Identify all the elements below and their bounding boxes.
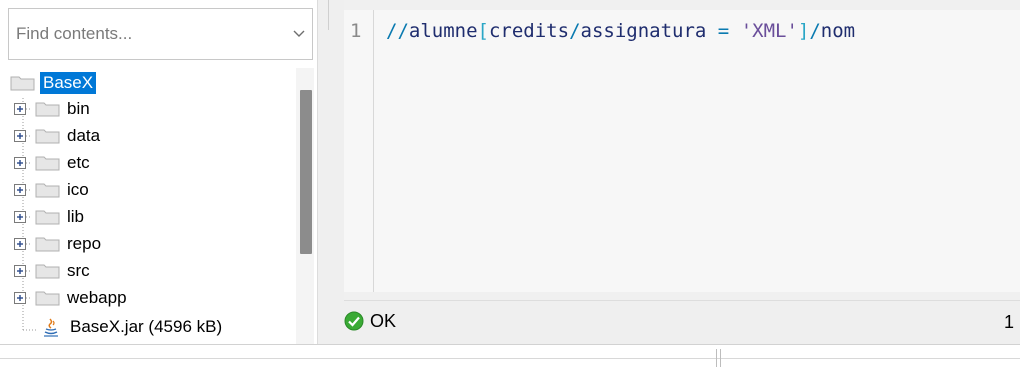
token-operator: = bbox=[706, 20, 741, 42]
tree-item-bin[interactable]: bin bbox=[14, 96, 90, 122]
token-operator: / bbox=[809, 20, 821, 42]
tree-item-webapp[interactable]: webapp bbox=[14, 285, 127, 311]
tree-item-label: BaseX.jar (4596 kB) bbox=[70, 317, 223, 336]
token-operator: // bbox=[386, 20, 409, 42]
ok-check-icon bbox=[344, 311, 364, 331]
tree-item-label: repo bbox=[67, 234, 102, 253]
query-editor[interactable]: 1 //alumne[credits/assignatura = 'XML']/… bbox=[344, 10, 1020, 292]
expand-plus-icon[interactable] bbox=[14, 291, 32, 305]
bottom-splitter[interactable] bbox=[716, 349, 717, 367]
expand-plus-icon[interactable] bbox=[14, 129, 32, 143]
tree-item-src[interactable]: src bbox=[14, 258, 90, 284]
tree-item-label: lib bbox=[67, 207, 85, 226]
tree-item-label: webapp bbox=[67, 288, 127, 307]
folder-icon bbox=[35, 291, 60, 306]
tree-item-basex-jar[interactable]: BaseX.jar (4596 kB) bbox=[40, 314, 222, 340]
bottom-panel bbox=[0, 344, 1020, 367]
tree-item-etc[interactable]: etc bbox=[14, 150, 90, 176]
status-bar: OK 1 bbox=[344, 300, 1020, 344]
tree-item-data[interactable]: data bbox=[14, 123, 100, 149]
folder-open-icon bbox=[10, 76, 35, 91]
token-name: nom bbox=[820, 20, 856, 42]
tree-item-ico[interactable]: ico bbox=[14, 177, 89, 203]
tree-item-repo[interactable]: repo bbox=[14, 231, 101, 257]
find-contents-input[interactable] bbox=[9, 9, 259, 59]
java-icon bbox=[44, 318, 58, 337]
token-operator: / bbox=[569, 20, 581, 42]
tree-scrollbar-thumb[interactable] bbox=[300, 90, 312, 254]
find-contents-box[interactable] bbox=[8, 8, 313, 60]
line-number: 1 bbox=[350, 20, 362, 42]
expand-plus-icon[interactable] bbox=[14, 102, 32, 116]
tree-root-label[interactable]: BaseX bbox=[40, 72, 97, 94]
folder-icon bbox=[35, 210, 60, 225]
status-right-value: 1 bbox=[1003, 312, 1014, 332]
project-panel: BaseX bin data etc ico lib bbox=[0, 0, 318, 344]
token-string: 'XML' bbox=[740, 20, 798, 42]
panel-splitter[interactable] bbox=[318, 0, 344, 344]
token-name: assignatura bbox=[580, 20, 707, 42]
folder-icon bbox=[35, 237, 60, 252]
token-name: alumne bbox=[408, 20, 478, 42]
bottom-splitter-edge bbox=[720, 349, 721, 367]
expand-plus-icon[interactable] bbox=[14, 264, 32, 278]
chevron-down-icon[interactable] bbox=[292, 26, 306, 40]
status-text: OK bbox=[370, 311, 397, 331]
tree-item-label: src bbox=[67, 261, 90, 280]
bottom-divider-line bbox=[0, 358, 1020, 359]
tree-root-basex[interactable]: BaseX bbox=[10, 70, 97, 96]
folder-icon bbox=[35, 264, 60, 279]
expand-plus-icon[interactable] bbox=[14, 237, 32, 251]
folder-icon bbox=[35, 183, 60, 198]
file-tree: BaseX bin data etc ico lib repo src weba… bbox=[0, 68, 300, 344]
tree-item-label: bin bbox=[67, 99, 90, 118]
tree-item-label: ico bbox=[67, 180, 89, 199]
token-bracket: ] bbox=[797, 20, 810, 42]
folder-icon bbox=[35, 102, 60, 117]
tree-item-lib[interactable]: lib bbox=[14, 204, 84, 230]
expand-plus-icon[interactable] bbox=[14, 156, 32, 170]
folder-icon bbox=[35, 156, 60, 171]
tree-item-label: etc bbox=[67, 153, 90, 172]
token-bracket: [ bbox=[477, 20, 489, 42]
folder-icon bbox=[35, 129, 60, 144]
splitter-line bbox=[328, 0, 329, 30]
code-line[interactable]: //alumne[credits/assignatura = 'XML']/no… bbox=[386, 20, 855, 42]
token-name: credits bbox=[488, 20, 570, 42]
line-gutter: 1 bbox=[344, 10, 374, 292]
expand-plus-icon[interactable] bbox=[14, 210, 32, 224]
expand-plus-icon[interactable] bbox=[14, 183, 32, 197]
tree-item-label: data bbox=[67, 126, 101, 145]
